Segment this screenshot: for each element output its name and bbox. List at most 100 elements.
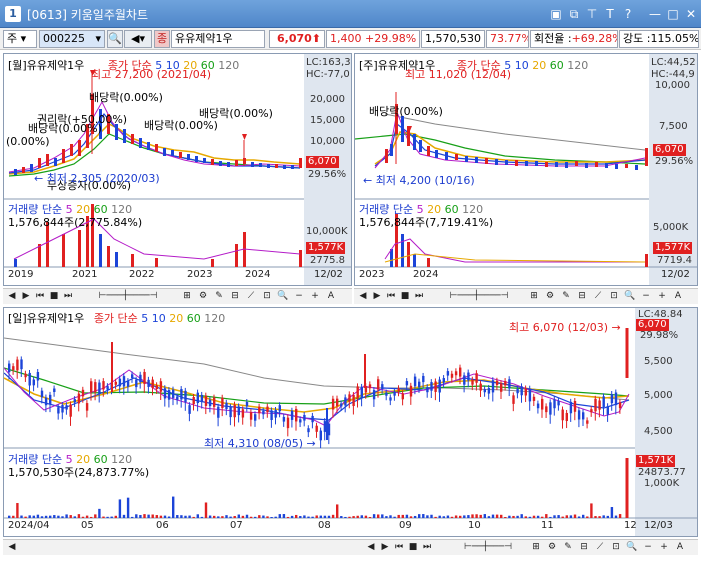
compare-icon[interactable]: ⊡ xyxy=(261,290,273,303)
scroll-left-icon[interactable]: ◀ xyxy=(6,541,18,554)
monthly-annotation-6: (0.00%) xyxy=(6,135,50,148)
fast-forward-icon[interactable]: ⏭ xyxy=(421,541,433,554)
scroll-step-back-icon[interactable]: ▶ xyxy=(371,290,383,303)
grid-icon[interactable]: ⊟ xyxy=(576,290,588,303)
minus-icon[interactable]: − xyxy=(642,541,654,554)
zoom-slider[interactable]: ⊢───┼────⊣ xyxy=(434,290,524,303)
gear-icon[interactable]: ⚙ xyxy=(197,290,209,303)
daily-volume-bar xyxy=(163,515,167,518)
draw-icon[interactable]: ✎ xyxy=(560,290,572,303)
tool-icon[interactable]: ⊞ xyxy=(528,290,540,303)
font-icon[interactable]: A xyxy=(325,290,337,303)
scroll-rewind-icon[interactable]: ⏮ xyxy=(393,541,405,554)
fast-forward-icon[interactable]: ⏭ xyxy=(413,290,425,303)
weekly-scrollbar[interactable]: ◀ ▶ ⏮ ■ ⏭ ⊢───┼────⊣ ⊞ ⚙ ✎ ⊟ ⟋ ⊡ 🔍 − + A xyxy=(354,288,698,304)
daily-x-2024-04: 2024/04 xyxy=(8,520,50,531)
zoom-icon[interactable]: 🔍 xyxy=(626,541,638,554)
pin-icon[interactable]: ⊤ xyxy=(584,6,600,22)
stop-icon[interactable]: ■ xyxy=(48,290,60,303)
monthly-dividend-marker xyxy=(242,134,247,140)
grid-icon[interactable]: ⊟ xyxy=(229,290,241,303)
daily-volume-bar xyxy=(155,515,158,518)
daily-candle xyxy=(307,428,310,433)
code-input[interactable]: 000225 ▾ xyxy=(39,30,105,48)
zoom-slider[interactable]: ⊢───┼────⊣ xyxy=(83,290,173,303)
monthly-chart-pane[interactable]: [월]유유제약1우 종가 단순 5 10 20 60 120 최고 27,200… xyxy=(3,53,352,286)
maximize-icon[interactable]: □ xyxy=(665,6,681,22)
daily-volume-bar xyxy=(176,515,179,518)
daily-candle xyxy=(57,407,60,414)
scroll-rewind-icon[interactable]: ⏮ xyxy=(385,290,397,303)
daily-chart-pane[interactable]: [일]유유제약1우 종가 단순 5 10 20 60 120 최고 6,070 … xyxy=(3,307,698,537)
daily-volume-bar xyxy=(323,515,327,518)
stop-icon[interactable]: ■ xyxy=(399,290,411,303)
monthly-scale-20000: 20,000 xyxy=(310,94,345,105)
text-icon[interactable]: T xyxy=(602,6,618,22)
minimize-icon[interactable]: — xyxy=(647,6,663,22)
font-icon[interactable]: A xyxy=(674,541,686,554)
daily-volume-bar xyxy=(491,514,495,518)
draw-icon[interactable]: ✎ xyxy=(562,541,574,554)
scroll-rewind-icon[interactable]: ⏮ xyxy=(34,290,46,303)
zoom-icon[interactable]: 🔍 xyxy=(277,290,289,303)
close-icon[interactable]: ✕ xyxy=(683,6,699,22)
market-select[interactable]: 주 ▾ xyxy=(3,30,37,48)
minus-icon[interactable]: − xyxy=(293,290,305,303)
daily-volume-bar xyxy=(331,514,335,518)
weekly-x-2024: 2024 xyxy=(413,269,439,280)
weekly-chart-pane[interactable]: [주]유유제약1우 종가 단순 5 10 20 60 120 최고 11,020… xyxy=(354,53,698,286)
line-icon[interactable]: ⟋ xyxy=(594,541,606,554)
search-icon[interactable]: 🔍 xyxy=(107,30,123,48)
draw-icon[interactable]: ✎ xyxy=(213,290,225,303)
font-icon[interactable]: A xyxy=(672,290,684,303)
daily-candle xyxy=(299,419,302,423)
daily-x-last: 12/03 xyxy=(644,520,673,531)
daily-volume-bar xyxy=(147,514,150,518)
daily-candle xyxy=(155,385,158,390)
daily-ma5-line xyxy=(4,367,630,427)
compare-icon[interactable]: ⊡ xyxy=(610,541,622,554)
tool-icon[interactable]: ⊞ xyxy=(530,541,542,554)
daily-scrollbar[interactable]: ◀ ◀ ▶ ⏮ ■ ⏭ ⊢──┼───⊣ ⊞ ⚙ ✎ ⊟ ⟋ ⊡ 🔍 − + A xyxy=(3,539,698,555)
daily-volume-value: 1,570,530주(24,873.77%) xyxy=(8,466,150,479)
help-icon[interactable]: ? xyxy=(620,6,636,22)
daily-candle xyxy=(360,386,363,398)
speaker-icon[interactable]: ◀▾ xyxy=(124,30,152,48)
grid-icon[interactable]: ⊟ xyxy=(578,541,590,554)
daily-volume-bar xyxy=(94,514,97,518)
scroll-left-icon[interactable]: ◀ xyxy=(357,290,369,303)
gear-icon[interactable]: ⚙ xyxy=(544,290,556,303)
credit-icon[interactable]: 종 xyxy=(154,30,170,48)
plus-icon[interactable]: + xyxy=(656,290,668,303)
plus-icon[interactable]: + xyxy=(658,541,670,554)
daily-volume-bar xyxy=(303,515,306,518)
zoom-icon[interactable]: 🔍 xyxy=(624,290,636,303)
zoom-slider[interactable]: ⊢──┼───⊣ xyxy=(448,541,528,554)
split-icon[interactable]: ⧉ xyxy=(566,6,582,22)
daily-candle xyxy=(213,397,216,407)
line-icon[interactable]: ⟋ xyxy=(245,290,257,303)
daily-volume-bar xyxy=(471,514,474,518)
daily-volume-bar xyxy=(463,515,466,518)
market-value: 주 xyxy=(7,32,18,45)
stop-icon[interactable]: ■ xyxy=(407,541,419,554)
scroll-step-back-icon[interactable]: ◀ xyxy=(365,541,377,554)
daily-candle xyxy=(553,399,556,409)
minus-icon[interactable]: − xyxy=(640,290,652,303)
monthly-pct-tag: 29.56% xyxy=(308,169,347,180)
tool-icon[interactable]: ⊞ xyxy=(181,290,193,303)
daily-volume-bar xyxy=(36,514,40,518)
fast-forward-icon[interactable]: ⏭ xyxy=(62,290,74,303)
daily-volume-bar xyxy=(110,516,113,518)
scroll-step-back-icon[interactable]: ▶ xyxy=(20,290,32,303)
compare-icon[interactable]: ⊡ xyxy=(608,290,620,303)
scroll-left-icon[interactable]: ◀ xyxy=(6,290,18,303)
restore-icon[interactable]: ▣ xyxy=(548,6,564,22)
line-icon[interactable]: ⟋ xyxy=(592,290,604,303)
scroll-play-icon[interactable]: ▶ xyxy=(379,541,391,554)
plus-icon[interactable]: + xyxy=(309,290,321,303)
current-price-value: 6,070 xyxy=(276,32,312,45)
monthly-scrollbar[interactable]: ◀ ▶ ⏮ ■ ⏭ ⊢───┼────⊣ ⊞ ⚙ ✎ ⊟ ⟋ ⊡ 🔍 − + A xyxy=(3,288,352,304)
gear-icon[interactable]: ⚙ xyxy=(546,541,558,554)
daily-candle xyxy=(582,412,585,420)
